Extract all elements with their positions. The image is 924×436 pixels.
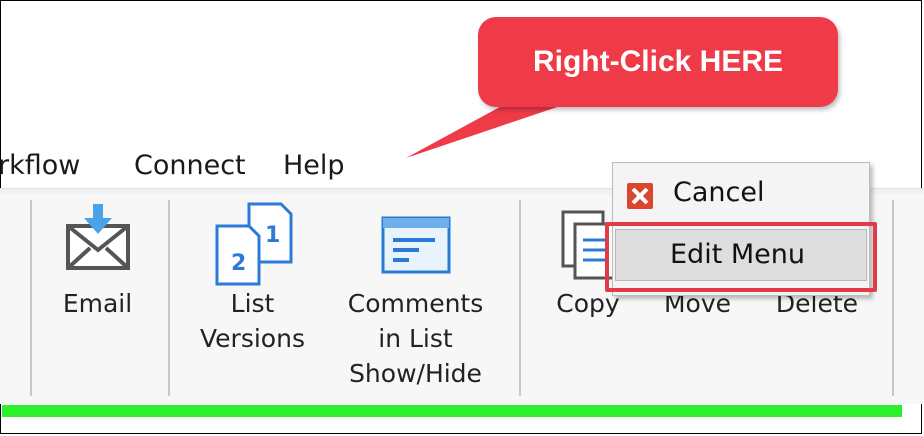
list-versions-label-line2: Versions (200, 324, 305, 353)
svg-text:2: 2 (231, 251, 246, 276)
email-button[interactable]: Email (45, 200, 150, 321)
comments-label-line3: Show/Hide (349, 359, 482, 388)
status-progress-bar (2, 405, 902, 417)
edit-menu-highlight (605, 222, 877, 292)
list-versions-label-line1: List (230, 289, 275, 318)
menu-item-connect[interactable]: Connect (134, 150, 246, 181)
ribbon-separator (30, 200, 32, 396)
comments-icon (381, 216, 450, 274)
cancel-label: Cancel (673, 177, 765, 208)
ribbon-separator (519, 200, 521, 396)
callout-text: Right-Click HERE (532, 45, 784, 78)
svg-text:1: 1 (265, 223, 280, 248)
ribbon-separator (892, 200, 894, 396)
list-versions-button[interactable]: 1 2 List Versions (190, 200, 315, 356)
email-label: Email (62, 289, 133, 318)
menu-item-workflow[interactable]: rkflow (0, 150, 80, 181)
context-menu-item-cancel[interactable]: Cancel (613, 171, 869, 215)
menu-item-help[interactable]: Help (283, 150, 345, 181)
list-versions-icon: 1 2 (215, 202, 292, 286)
comments-label-line1: Comments (347, 289, 484, 318)
ribbon-separator (168, 200, 170, 396)
comments-label-line2: in List (378, 324, 453, 353)
comments-toggle-button[interactable]: Comments in List Show/Hide (338, 200, 493, 391)
email-icon (65, 204, 130, 270)
callout-bubble: Right-Click HERE (478, 17, 838, 107)
cancel-x-icon (627, 183, 653, 209)
